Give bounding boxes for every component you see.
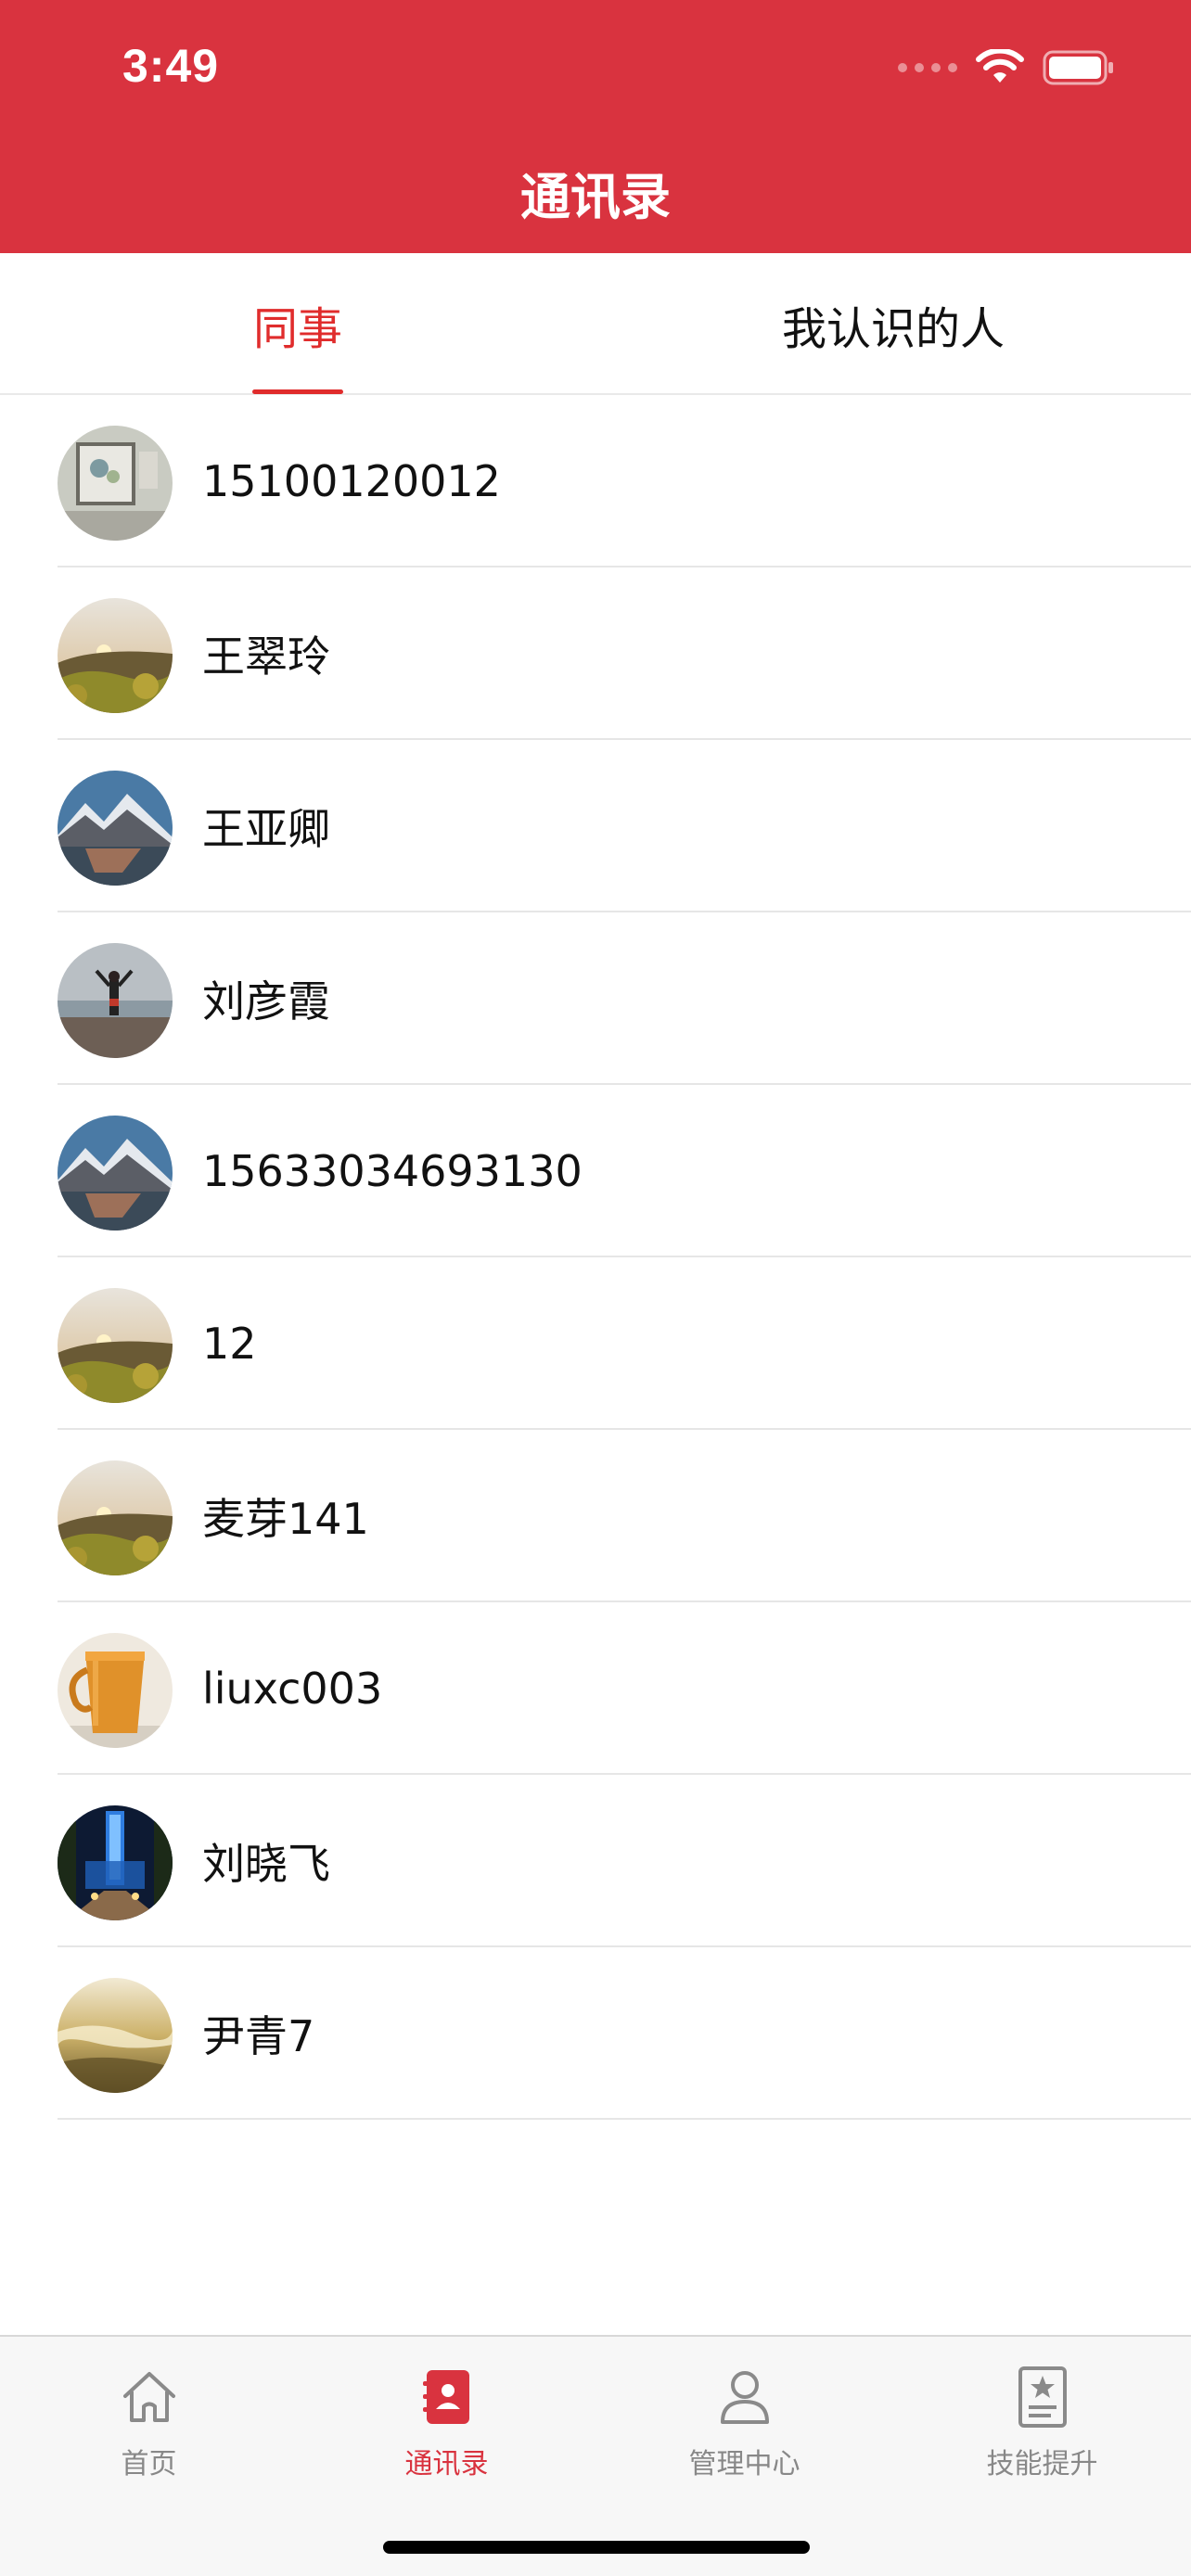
segment-tabs: 同事 我认识的人: [0, 253, 1191, 395]
tabbar-label: 首页: [121, 2448, 177, 2480]
contact-name: 15633034693130: [202, 1146, 583, 1196]
home-indicator: [383, 2541, 810, 2554]
tabbar-skills[interactable]: 技能提升: [893, 2337, 1191, 2513]
status-time: 3:49: [122, 40, 220, 92]
contact-name: 15100120012: [202, 456, 501, 506]
contact-name: liuxc003: [202, 1664, 383, 1714]
app-header: 3:49 通讯录: [0, 0, 1191, 253]
contact-row[interactable]: 麦芽141: [0, 1430, 1191, 1602]
tab-acquaintances[interactable]: 我认识的人: [596, 253, 1191, 395]
status-indicators: [898, 45, 1115, 91]
wifi-icon: [976, 49, 1024, 83]
tabbar-label: 通讯录: [404, 2448, 489, 2480]
tabbar-home[interactable]: 首页: [0, 2337, 298, 2513]
contacts-book-icon: [422, 2370, 469, 2424]
avatar: [58, 1805, 173, 1920]
avatar: [58, 1116, 173, 1231]
contact-name: 麦芽141: [202, 1494, 369, 1544]
contact-row[interactable]: 王亚卿: [0, 740, 1191, 912]
contact-row[interactable]: 刘晓飞: [0, 1775, 1191, 1947]
tabbar-management[interactable]: 管理中心: [596, 2337, 893, 2513]
avatar: [58, 1633, 173, 1748]
contact-name: 王翠玲: [202, 631, 330, 682]
contact-row[interactable]: 王翠玲: [0, 567, 1191, 740]
avatar: [58, 1288, 173, 1403]
star-book-icon: [1018, 2366, 1067, 2428]
contact-row[interactable]: 15633034693130: [0, 1085, 1191, 1257]
tabbar-contacts[interactable]: 通讯录: [298, 2337, 596, 2513]
contact-row[interactable]: 12: [0, 1257, 1191, 1430]
active-tab-indicator: [252, 389, 343, 394]
contact-row[interactable]: 尹青7: [0, 1947, 1191, 2120]
contact-name: 王亚卿: [202, 804, 330, 854]
avatar: [58, 771, 173, 886]
contact-name: 尹青7: [202, 2011, 315, 2061]
home-icon: [122, 2372, 175, 2422]
signal-dots-icon: [898, 63, 957, 72]
tab-colleagues[interactable]: 同事: [0, 253, 596, 395]
contact-name: 12: [202, 1319, 257, 1369]
avatar: [58, 1460, 173, 1575]
contact-row[interactable]: liuxc003: [0, 1602, 1191, 1775]
tabbar-label: 技能提升: [986, 2448, 1098, 2480]
contact-list: 15100120012 王翠玲 王亚卿 刘彦霞 15633034693130 1…: [0, 395, 1191, 2120]
contact-row[interactable]: 刘彦霞: [0, 912, 1191, 1085]
avatar: [58, 943, 173, 1058]
page-title: 通讯录: [520, 168, 671, 226]
avatar: [58, 1978, 173, 2093]
contact-name: 刘彦霞: [202, 976, 330, 1027]
contact-name: 刘晓飞: [202, 1839, 330, 1889]
tabbar-label: 管理中心: [688, 2448, 800, 2480]
contact-row[interactable]: 15100120012: [0, 395, 1191, 567]
avatar: [58, 598, 173, 713]
bottom-tab-bar: 首页 通讯录 管理中心 技能提升: [0, 2335, 1191, 2576]
avatar: [58, 426, 173, 541]
battery-icon: [1043, 50, 1113, 85]
person-icon: [720, 2371, 769, 2424]
